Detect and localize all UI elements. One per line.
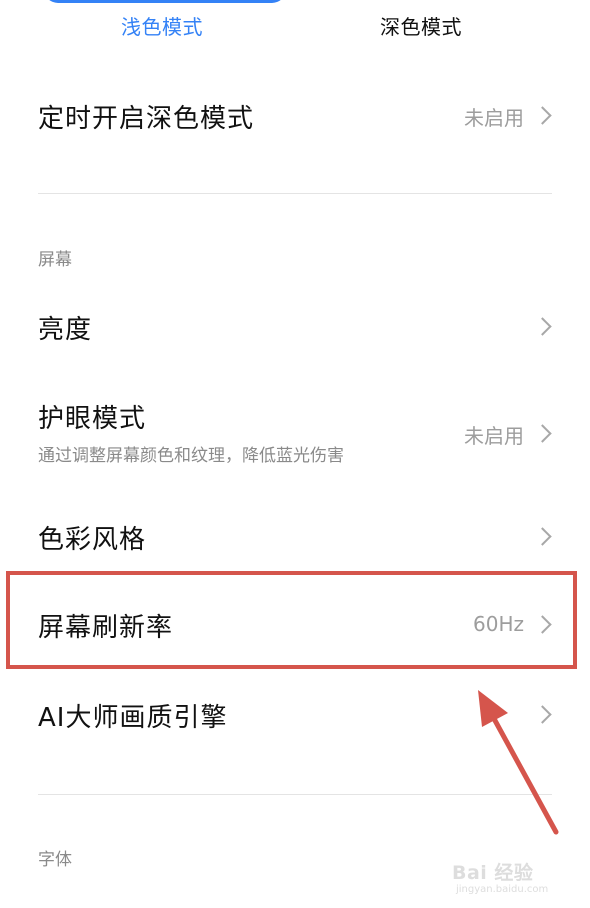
- watermark-url: jingyan.baidu.com: [456, 884, 549, 895]
- watermark-logo: Bai 经验: [452, 862, 534, 884]
- annotation-arrow: [478, 690, 559, 835]
- baidu-watermark: Bai 经验 jingyan.baidu.com: [452, 858, 582, 902]
- display-settings-page: 浅色模式 深色模式 定时开启深色模式 未启用 屏幕 亮度 护眼模式 通过调整屏幕…: [0, 0, 590, 908]
